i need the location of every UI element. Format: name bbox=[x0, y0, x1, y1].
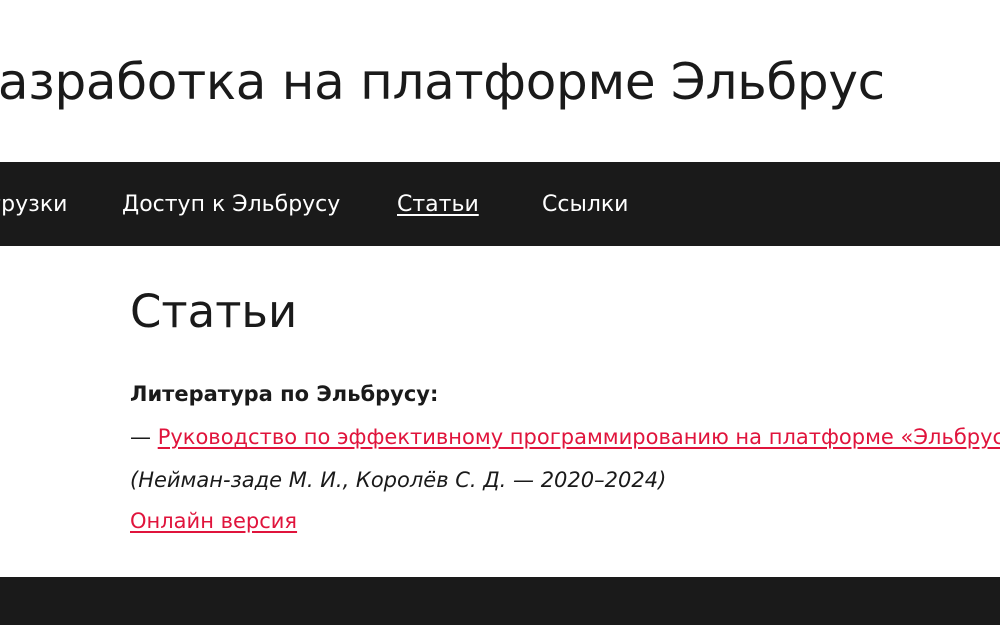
article-link[interactable]: Руководство по эффективному программиров… bbox=[158, 425, 1000, 449]
site-header: Разработка на платформе Эльбрус bbox=[0, 0, 1000, 162]
main-navigation: Загрузки Доступ к Эльбрусу Статьи Ссылки bbox=[0, 162, 1000, 246]
article-authors: (Нейман-заде М. И., Королёв С. Д. — 2020… bbox=[130, 468, 667, 492]
site-title[interactable]: Разработка на платформе Эльбрус bbox=[0, 50, 885, 114]
nav-item-elbrus-access[interactable]: Доступ к Эльбрусу bbox=[122, 192, 340, 218]
entry-dash: — bbox=[130, 425, 158, 449]
section-heading: Литература по Эльбрусу: bbox=[130, 382, 439, 406]
online-version-link[interactable]: Онлайн версия bbox=[130, 509, 297, 533]
nav-item-links[interactable]: Ссылки bbox=[542, 192, 628, 218]
main-content: Статьи Литература по Эльбрусу: — Руковод… bbox=[0, 246, 1000, 577]
nav-item-articles[interactable]: Статьи bbox=[397, 192, 479, 218]
page-title: Статьи bbox=[130, 285, 298, 338]
online-version-row: Онлайн версия bbox=[130, 506, 297, 536]
site-footer bbox=[0, 577, 1000, 625]
article-entry: — Руководство по эффективному программир… bbox=[130, 422, 1000, 452]
nav-item-downloads[interactable]: Загрузки bbox=[0, 192, 67, 218]
